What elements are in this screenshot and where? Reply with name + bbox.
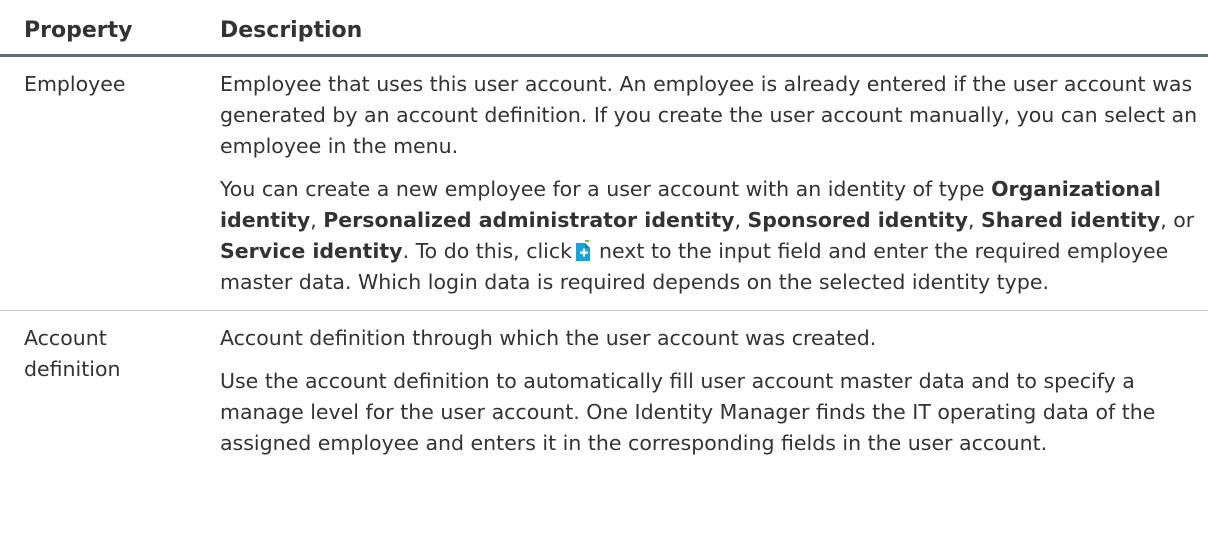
description-paragraph: Employee that uses this user account. An…: [220, 72, 1198, 158]
text-run: ,: [734, 208, 748, 232]
description-paragraph: You can create a new employee for a user…: [220, 174, 1208, 298]
column-header-property: Property: [0, 0, 206, 57]
property-name: Account definition: [24, 326, 121, 381]
text-run: , or: [1160, 208, 1195, 232]
property-description: Employee that uses this user account. An…: [206, 55, 1208, 311]
property-description: Account definition through which the use…: [206, 311, 1208, 460]
text-run: . To do this, click: [402, 239, 573, 263]
text-run: You can create a new employee for a user…: [220, 177, 992, 201]
identity-type-term: Personalized administrator identity: [323, 208, 735, 232]
description-paragraph: Account definition through which the use…: [220, 326, 877, 350]
description-paragraph: Use the account definition to automatica…: [220, 369, 1156, 455]
text-run: ,: [967, 208, 981, 232]
table-row: Employee Employee that uses this user ac…: [0, 55, 1208, 311]
table-row: Account definition Account definition th…: [0, 311, 1208, 460]
identity-type-term: Sponsored identity: [747, 208, 968, 232]
add-new-icon: [576, 240, 593, 261]
column-header-description: Description: [206, 0, 1208, 57]
identity-type-term: Service identity: [220, 239, 403, 263]
text-run: ,: [310, 208, 324, 232]
property-table: Property Description Employee Employee t…: [0, 0, 1208, 459]
table-header-row: Property Description: [0, 0, 1208, 57]
property-name: Employee: [0, 55, 206, 311]
identity-type-term: Shared identity: [981, 208, 1161, 232]
